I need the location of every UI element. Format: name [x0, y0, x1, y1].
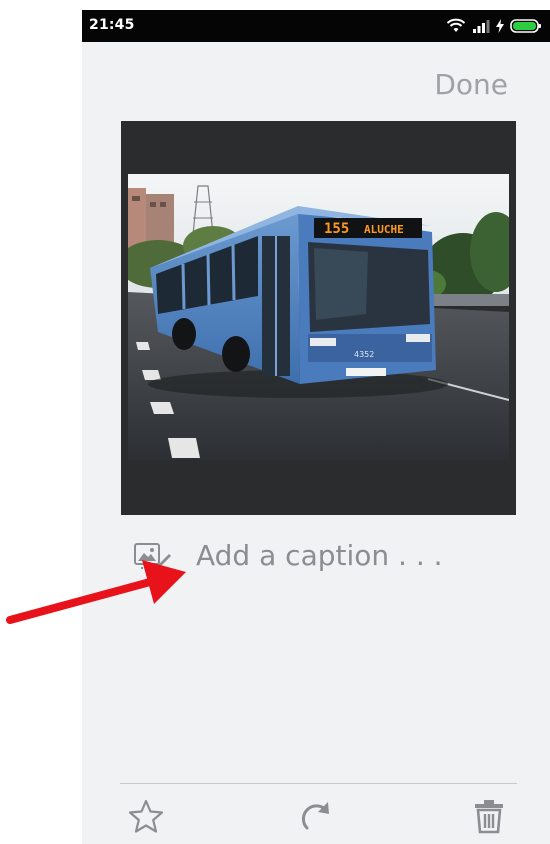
- photo-editor-screen: 21:45 Done 155 ALUCHE 4352 Add a caption…: [82, 10, 550, 844]
- trash-icon[interactable]: [471, 798, 507, 834]
- wifi-icon: [446, 18, 466, 32]
- toolbar-divider: [120, 783, 517, 784]
- caption-input[interactable]: [196, 539, 496, 572]
- status-icons: [446, 16, 542, 36]
- charging-icon: [496, 19, 504, 33]
- signal-icon: [473, 20, 490, 33]
- bus-photo[interactable]: 155 ALUCHE 4352: [128, 174, 509, 460]
- bus-photo-illustration: 155 ALUCHE 4352: [128, 174, 509, 460]
- bus-route-number: 155: [324, 221, 349, 237]
- status-bar: 21:45: [82, 10, 550, 42]
- star-icon[interactable]: [128, 798, 164, 834]
- photo-preview-frame: 155 ALUCHE 4352: [121, 121, 516, 515]
- bus-destination: ALUCHE: [364, 223, 404, 236]
- caption-row: [133, 535, 513, 581]
- battery-icon: [510, 19, 541, 33]
- image-edit-icon: [134, 543, 171, 569]
- svg-text:4352: 4352: [354, 350, 374, 359]
- status-time: 21:45: [89, 17, 135, 33]
- done-button[interactable]: Done: [434, 68, 508, 101]
- rotate-icon[interactable]: [298, 798, 334, 834]
